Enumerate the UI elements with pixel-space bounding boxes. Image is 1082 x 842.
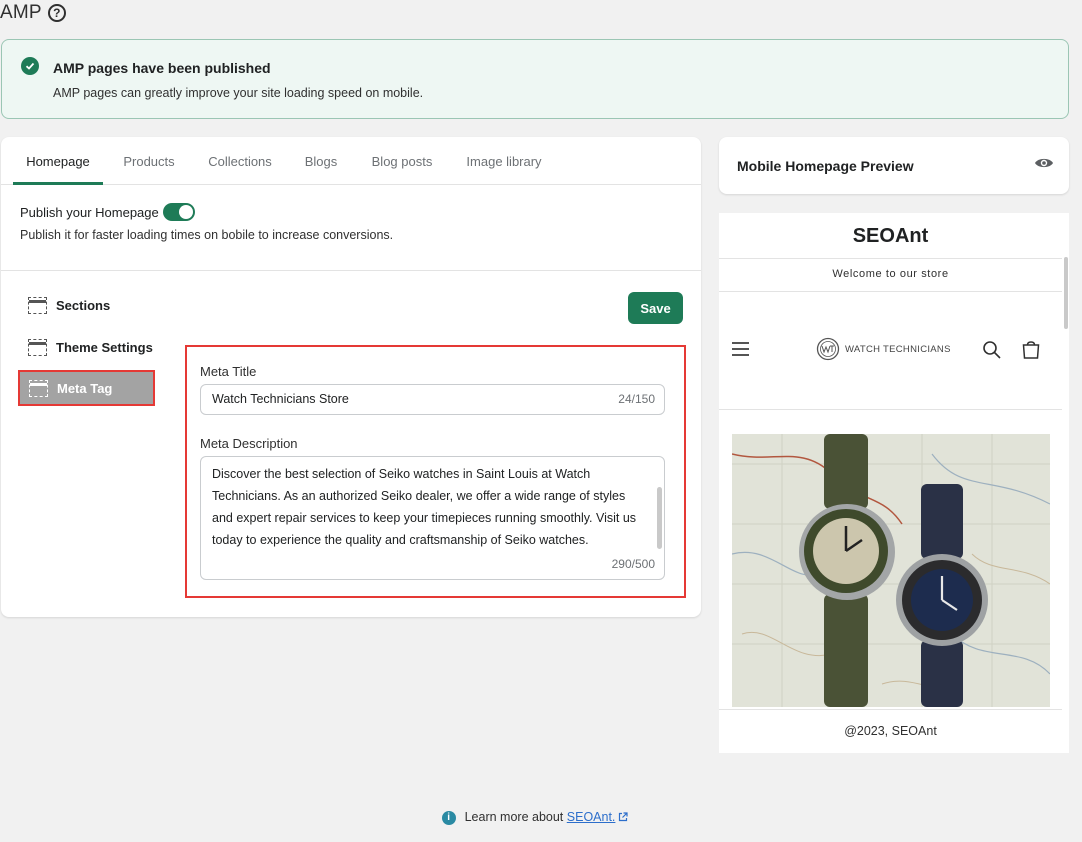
description-scrollbar[interactable] [657,487,662,549]
meta-tag-editor: Meta Title Watch Technicians Store 24/15… [185,345,686,598]
sidebar-item-label: Meta Tag [57,380,113,396]
meta-title-value: Watch Technicians Store [212,392,349,406]
preview-welcome: Welcome to our store [832,268,949,280]
divider [719,258,1062,259]
external-link-icon[interactable] [618,811,629,825]
save-button[interactable]: Save [628,292,683,324]
publish-label: Publish your Homepage [20,205,159,220]
preview-scrollbar[interactable] [1064,257,1068,329]
tab-bar: Homepage Products Collections Blogs Blog… [1,137,701,185]
meta-description-value: Discover the best selection of Seiko wat… [212,467,637,547]
seoant-link[interactable]: SEOAnt. [567,810,616,824]
footer-text: Learn more about [464,810,564,824]
banner-text: AMP pages can greatly improve your site … [53,86,424,100]
preview-header-card: Mobile Homepage Preview [719,137,1069,194]
search-icon[interactable] [982,340,1002,365]
store-logo: WATCH TECHNICIANS [815,337,951,361]
preview-title: Mobile Homepage Preview [737,158,914,174]
preview-store-name: SEOAnt [852,225,929,247]
meta-description-label: Meta Description [200,436,298,451]
meta-description-input[interactable]: Discover the best selection of Seiko wat… [200,456,665,580]
meta-title-label: Meta Title [200,364,257,379]
menu-icon[interactable] [732,342,749,356]
divider [1,270,701,271]
footer-help: i Learn more about SEOAnt. [0,810,1070,825]
cart-icon[interactable] [1021,340,1041,365]
homepage-settings-card: Homepage Products Collections Blogs Blog… [1,137,701,617]
check-circle-icon [21,57,39,75]
divider [719,409,1062,410]
meta-title-counter: 24/150 [618,392,655,406]
section-icon [28,296,47,314]
page-header: AMP ? [0,0,66,26]
help-icon[interactable]: ? [47,4,66,22]
logo-text: WATCH TECHNICIANS [845,343,951,355]
publish-toggle[interactable] [163,203,195,221]
watch-logo-icon [816,337,840,361]
meta-title-input[interactable]: Watch Technicians Store 24/150 [200,384,665,415]
sidebar-item-label: Sections [56,297,111,313]
footer-link-text: SEOAnt. [566,810,616,824]
hero-image [731,434,1051,707]
tab-collections[interactable]: Collections [201,137,279,185]
sidebar-item-theme-settings[interactable]: Theme Settings [19,330,159,364]
tab-products[interactable]: Products [113,137,185,185]
divider [719,291,1062,292]
sidebar-item-label: Theme Settings [56,339,153,355]
preview-copyright: @2023, SEOAnt [844,724,937,738]
divider [719,709,1062,710]
section-icon [29,379,48,397]
publish-description: Publish it for faster loading times on b… [20,228,394,242]
tab-blog-posts[interactable]: Blog posts [363,137,441,185]
tab-blogs[interactable]: Blogs [297,137,345,185]
meta-description-counter: 290/500 [611,557,655,571]
tab-homepage[interactable]: Homepage [13,137,103,185]
info-icon: i [441,810,456,825]
banner-title: AMP pages have been published [53,60,271,76]
sidebar-item-sections[interactable]: Sections [19,288,159,322]
sidebar-item-meta-tag[interactable]: Meta Tag [18,370,155,406]
mobile-preview: SEOAnt Welcome to our store WATCH TECHNI… [719,213,1069,753]
tab-image-library[interactable]: Image library [459,137,549,185]
eye-icon[interactable] [1034,156,1054,175]
section-icon [28,338,47,356]
success-banner: AMP pages have been published AMP pages … [1,39,1069,119]
page-title: AMP [0,2,42,23]
